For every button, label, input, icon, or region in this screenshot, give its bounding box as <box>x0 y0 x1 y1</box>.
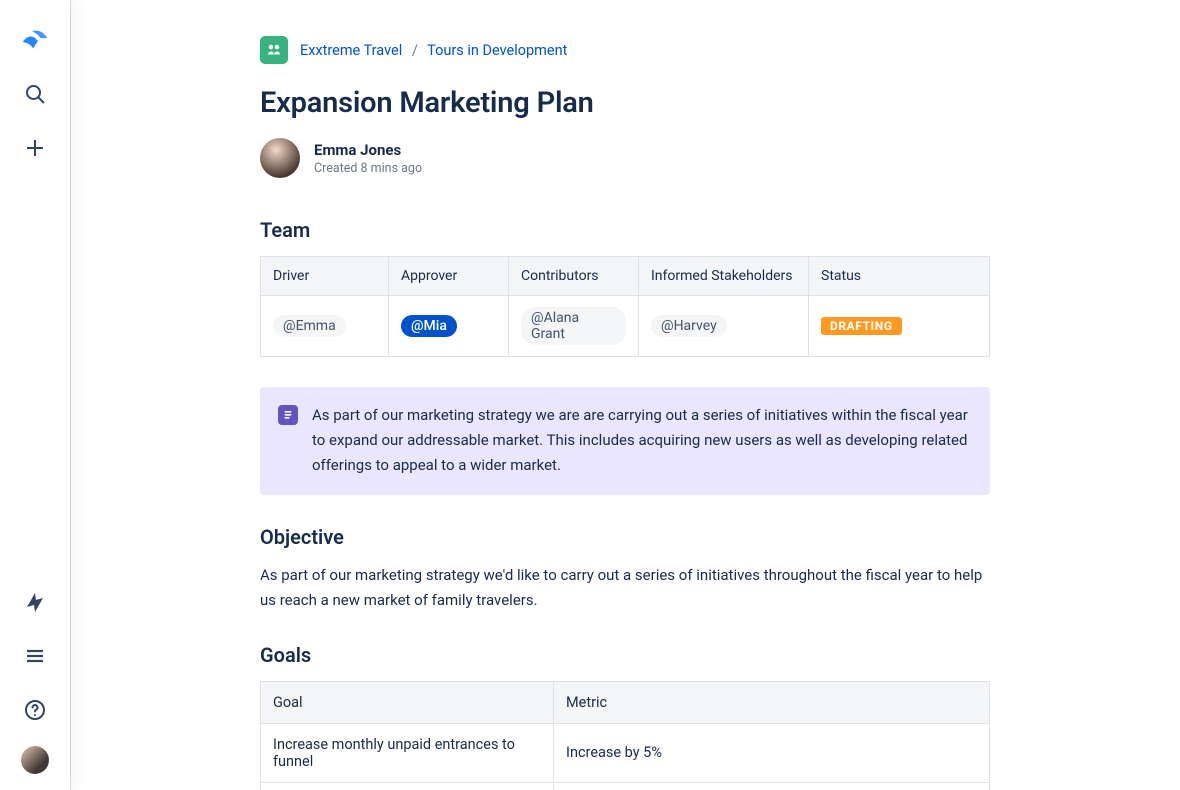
team-th-approver: Approver <box>389 257 509 296</box>
space-avatar-icon[interactable] <box>260 36 288 64</box>
status-badge: DRAFTING <box>821 317 902 335</box>
mention-approver[interactable]: @Mia <box>401 315 457 337</box>
page-title: Expansion Marketing Plan <box>260 86 990 120</box>
breadcrumb-separator: / <box>412 42 418 59</box>
table-header-row: Goal Metric <box>261 681 990 723</box>
goals-th-goal: Goal <box>261 681 554 723</box>
note-icon <box>278 405 298 425</box>
menu-icon[interactable] <box>17 638 53 674</box>
page-byline: Emma Jones Created 8 mins ago <box>260 138 990 178</box>
team-th-status: Status <box>809 257 990 296</box>
objective-section: Objective As part of our marketing strat… <box>260 525 990 613</box>
metric-cell: Increase by 5% <box>554 782 990 790</box>
goal-cell: Increase monthly signups <box>261 782 554 790</box>
goals-th-metric: Metric <box>554 681 990 723</box>
main-content: Exxtreme Travel / Tours in Development E… <box>70 0 1180 790</box>
table-row: Increase monthly signups Increase by 5% <box>261 782 990 790</box>
breadcrumb-space-link[interactable]: Exxtreme Travel <box>300 42 402 59</box>
table-header-row: Driver Approver Contributors Informed St… <box>261 257 990 296</box>
current-user-avatar[interactable] <box>21 746 49 774</box>
goal-cell: Increase monthly unpaid entrances to fun… <box>261 723 554 782</box>
author-avatar[interactable] <box>260 138 300 178</box>
team-heading: Team <box>260 218 990 242</box>
mention-contributor[interactable]: @Alana Grant <box>521 307 626 345</box>
team-th-stakeholders: Informed Stakeholders <box>639 257 809 296</box>
goals-heading: Goals <box>260 643 990 667</box>
created-meta: Created 8 mins ago <box>314 161 422 176</box>
team-section: Team Driver Approver Contributors Inform… <box>260 218 990 357</box>
team-table: Driver Approver Contributors Informed St… <box>260 256 990 357</box>
objective-heading: Objective <box>260 525 990 549</box>
notifications-icon[interactable] <box>17 584 53 620</box>
team-th-driver: Driver <box>261 257 389 296</box>
breadcrumb: Exxtreme Travel / Tours in Development <box>260 36 990 64</box>
objective-text: As part of our marketing strategy we'd l… <box>260 563 990 613</box>
metric-cell: Increase by 5% <box>554 723 990 782</box>
search-icon[interactable] <box>17 76 53 112</box>
table-row: @Emma @Mia @Alana Grant @Harvey DRAFTING <box>261 296 990 357</box>
mention-stakeholder[interactable]: @Harvey <box>651 315 727 337</box>
product-logo-icon[interactable] <box>17 22 53 58</box>
create-icon[interactable] <box>17 130 53 166</box>
global-sidebar <box>0 0 70 790</box>
breadcrumb-parent-link[interactable]: Tours in Development <box>427 42 567 59</box>
goals-section: Goals Goal Metric Increase monthly unpai… <box>260 643 990 790</box>
author-name: Emma Jones <box>314 141 422 159</box>
mention-driver[interactable]: @Emma <box>273 315 346 337</box>
panel-text: As part of our marketing strategy we are… <box>312 403 972 477</box>
goals-table: Goal Metric Increase monthly unpaid entr… <box>260 681 990 790</box>
table-row: Increase monthly unpaid entrances to fun… <box>261 723 990 782</box>
help-icon[interactable] <box>17 692 53 728</box>
info-panel: As part of our marketing strategy we are… <box>260 387 990 495</box>
team-th-contributors: Contributors <box>509 257 639 296</box>
